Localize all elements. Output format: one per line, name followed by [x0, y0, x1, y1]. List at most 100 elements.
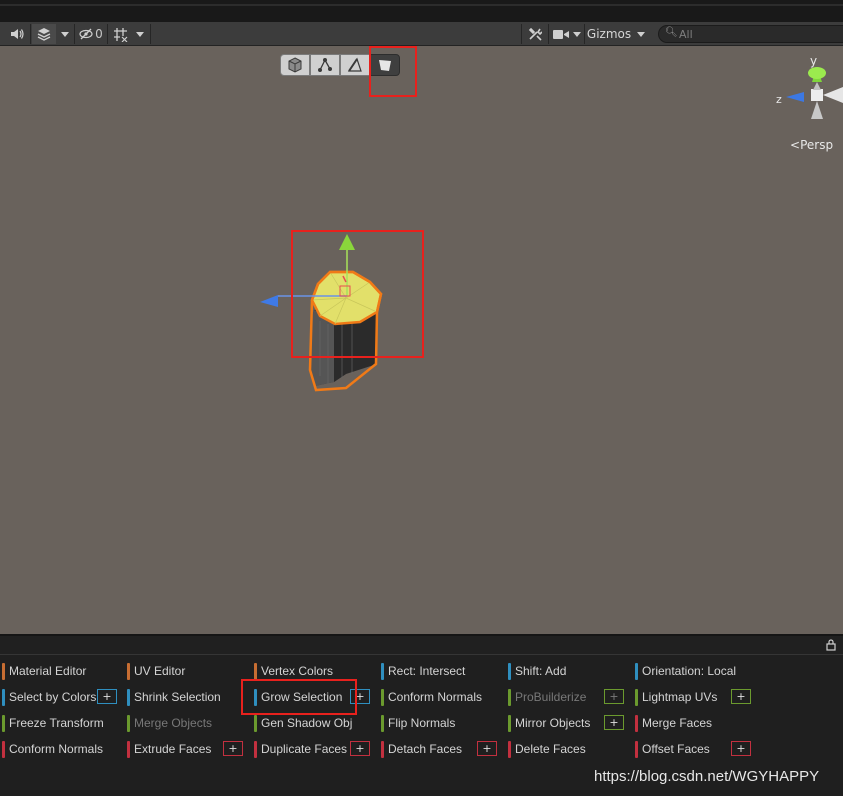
orientation-gizmo[interactable]: y z: [772, 54, 843, 134]
category-color-bar: [508, 662, 511, 680]
window-top-strip: [0, 0, 843, 22]
category-color-bar: [254, 740, 257, 758]
edge-mode-button[interactable]: [340, 54, 370, 76]
camera-dropdown[interactable]: [571, 24, 583, 44]
projection-toggle[interactable]: <Persp: [790, 138, 833, 152]
search-field[interactable]: 🔍︎: [658, 25, 843, 43]
button-label: Conform Normals: [9, 742, 104, 756]
merge-objects-button[interactable]: Merge Objects: [127, 713, 212, 733]
flip-normals-button[interactable]: Flip Normals: [381, 713, 455, 733]
mirror-objects-button[interactable]: Mirror Objects: [508, 713, 590, 733]
material-editor-button[interactable]: Material Editor: [2, 661, 86, 681]
vertex-colors-button[interactable]: Vertex Colors: [254, 661, 333, 681]
button-label: Rect: Intersect: [388, 664, 466, 678]
uv-editor-button[interactable]: UV Editor: [127, 661, 185, 681]
lock-icon[interactable]: [825, 639, 837, 651]
grow-selection-highlight-box: [241, 679, 357, 715]
effects-toggle[interactable]: [32, 24, 56, 44]
button-label: Delete Faces: [515, 742, 586, 756]
layers-icon: [37, 28, 51, 41]
extrude-faces-button[interactable]: Extrude Faces: [127, 739, 211, 759]
category-color-bar: [127, 740, 130, 758]
category-color-bar: [2, 714, 5, 732]
chevron-down-icon: [637, 31, 645, 37]
cube-icon: [288, 57, 302, 73]
vertex-icon: [318, 58, 332, 72]
duplicate-faces-button[interactable]: Duplicate Faces: [254, 739, 347, 759]
object-mode-button[interactable]: [280, 54, 310, 76]
watermark-text: https://blog.csdn.net/WGYHAPPY: [594, 768, 820, 785]
scene-view-toolbar: 0 Gizmos 🔍︎: [0, 22, 843, 46]
button-label: Conform Normals: [388, 690, 483, 704]
grid-snapping-toggle[interactable]: [110, 24, 130, 44]
lightmap-uvs-button[interactable]: Lightmap UVs: [635, 687, 717, 707]
gizmos-button[interactable]: Gizmos: [586, 24, 632, 44]
gizmos-dropdown[interactable]: [633, 24, 649, 44]
button-label: Select by Colors: [9, 690, 97, 704]
chevron-down-icon: [136, 31, 144, 37]
category-color-bar: [2, 688, 5, 706]
offset-faces-options-button[interactable]: +: [731, 741, 751, 756]
shrink-selection-button[interactable]: Shrink Selection: [127, 687, 221, 707]
category-color-bar: [381, 662, 384, 680]
search-input[interactable]: [679, 27, 829, 41]
button-label: ProBuilderize: [515, 690, 587, 704]
axis-z-label: z: [776, 93, 782, 106]
vertex-mode-button[interactable]: [310, 54, 340, 76]
grid-dropdown[interactable]: [132, 24, 148, 44]
category-color-bar: [2, 662, 5, 680]
camera-settings-button[interactable]: [551, 24, 571, 44]
button-label: Duplicate Faces: [261, 742, 348, 756]
button-label: Mirror Objects: [515, 716, 591, 730]
tools-toggle[interactable]: [524, 24, 546, 44]
hidden-count: 0: [95, 27, 103, 41]
probuilderize-button[interactable]: ProBuilderize: [508, 687, 586, 707]
conform-normals-button[interactable]: Conform Normals: [381, 687, 482, 707]
category-color-bar: [2, 740, 5, 758]
button-label: Flip Normals: [388, 716, 456, 730]
shift-add-button[interactable]: Shift: Add: [508, 661, 566, 681]
orientation-local-button[interactable]: Orientation: Local: [635, 661, 736, 681]
category-color-bar: [635, 740, 638, 758]
effects-dropdown[interactable]: [57, 24, 73, 44]
merge-faces-button[interactable]: Merge Faces: [635, 713, 712, 733]
wrench-icon: [528, 27, 542, 41]
detach-faces-button[interactable]: Detach Faces: [381, 739, 462, 759]
duplicate-faces-options-button[interactable]: +: [350, 741, 370, 756]
category-color-bar: [127, 662, 130, 680]
face-mode-highlight-box: [369, 46, 417, 97]
hidden-eye-icon: [79, 28, 93, 40]
chevron-down-icon: [61, 31, 69, 37]
gen-shadow-obj-button[interactable]: Gen Shadow Obj: [254, 713, 352, 733]
rect-intersect-button[interactable]: Rect: Intersect: [381, 661, 465, 681]
select-by-colors-button[interactable]: Select by Colors: [2, 687, 96, 707]
lightmap-uvs-options-button[interactable]: +: [731, 689, 751, 704]
conform-normals-button[interactable]: Conform Normals: [2, 739, 103, 759]
chevron-down-icon: [573, 31, 581, 37]
axis-y-label: y: [810, 54, 817, 68]
category-color-bar: [508, 714, 511, 732]
grid-icon: [113, 27, 127, 42]
button-label: Gen Shadow Obj: [261, 716, 353, 730]
select-by-colors-options-button[interactable]: +: [97, 689, 117, 704]
button-label: Detach Faces: [388, 742, 463, 756]
mirror-objects-options-button[interactable]: +: [604, 715, 624, 730]
category-color-bar: [254, 662, 257, 680]
probuilderize-options-button[interactable]: +: [604, 689, 624, 704]
detach-faces-options-button[interactable]: +: [477, 741, 497, 756]
panel-header: [0, 636, 843, 655]
scene-visibility-toggle[interactable]: 0: [77, 24, 105, 44]
category-color-bar: [635, 714, 638, 732]
freeze-transform-button[interactable]: Freeze Transform: [2, 713, 104, 733]
button-label: Freeze Transform: [9, 716, 104, 730]
button-label: Merge Objects: [134, 716, 213, 730]
scene-viewport[interactable]: y z <Persp: [0, 46, 843, 634]
category-color-bar: [127, 714, 130, 732]
offset-faces-button[interactable]: Offset Faces: [635, 739, 710, 759]
button-label: Vertex Colors: [261, 664, 334, 678]
projection-label: Persp: [800, 138, 834, 152]
button-label: Orientation: Local: [642, 664, 737, 678]
extrude-faces-options-button[interactable]: +: [223, 741, 243, 756]
audio-toggle[interactable]: [6, 24, 28, 44]
delete-faces-button[interactable]: Delete Faces: [508, 739, 586, 759]
